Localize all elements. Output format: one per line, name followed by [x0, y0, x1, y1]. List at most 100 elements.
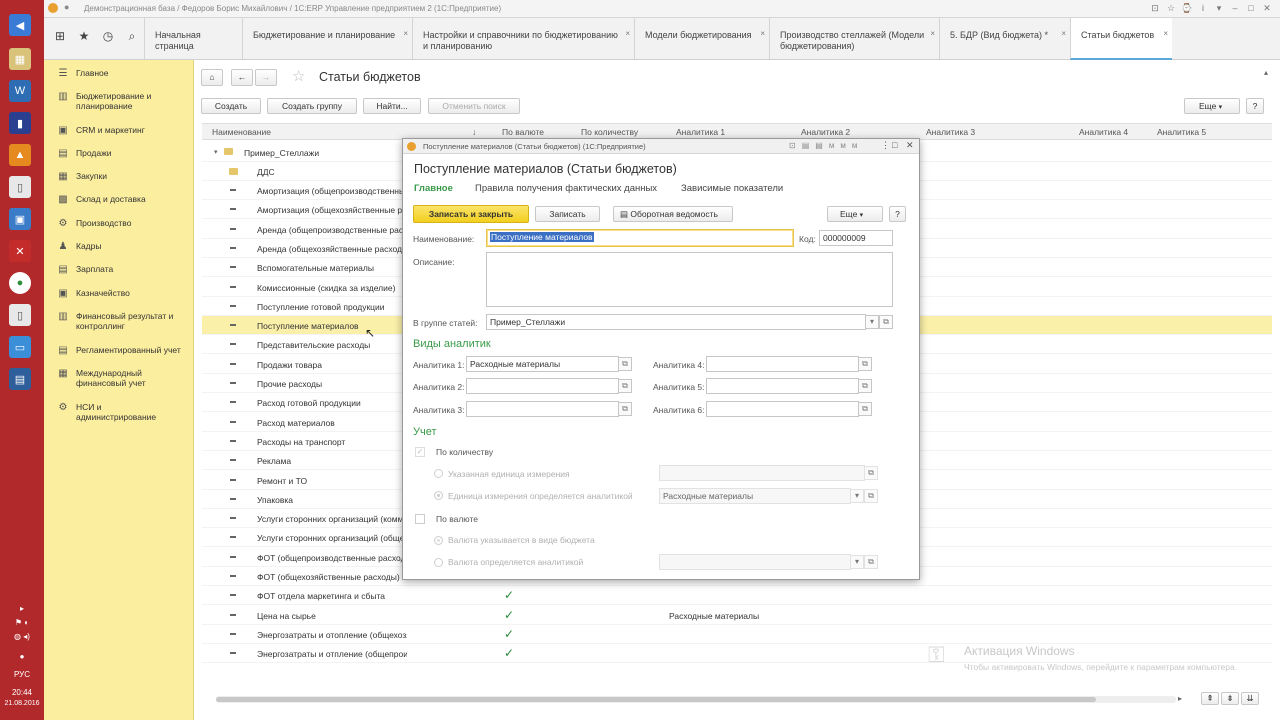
history-icon[interactable]: ⌚ [1180, 2, 1194, 15]
unit-input[interactable] [659, 465, 865, 481]
tray-icons[interactable]: ⚑ ◐ [0, 618, 44, 627]
folder-app-icon[interactable]: ▦ [9, 48, 31, 70]
sidebar-item-ifrs[interactable]: ▦ Международный финансовый учет [44, 368, 194, 388]
home-button[interactable]: ⌂ [201, 69, 223, 86]
horizontal-scrollbar[interactable] [216, 696, 1176, 703]
name-input[interactable]: Поступление материалов [486, 229, 794, 247]
cancel-search-button[interactable]: Отменить поиск [428, 98, 520, 114]
dropdown-icon[interactable]: ▾ [1212, 2, 1226, 15]
expand-arrow-icon[interactable]: ▾ [214, 148, 218, 156]
open-link-icon[interactable]: ⧉ [618, 379, 632, 393]
sidebar-item-financial-result[interactable]: ▥ Финансовый результат и контроллинг [44, 311, 194, 331]
bookmark-icon[interactable]: ☆ [1164, 2, 1178, 15]
save-button[interactable]: Записать [535, 206, 600, 222]
save-and-close-button[interactable]: Записать и закрыть [413, 205, 529, 223]
by-currency-checkbox[interactable] [415, 514, 425, 524]
analytics-1-input[interactable]: Расходные материалы [466, 356, 619, 372]
favorite-star-icon[interactable]: ☆ [292, 67, 305, 85]
nav-actual-data-rules[interactable]: Правила получения фактических данных [475, 183, 657, 194]
column-header[interactable]: По количеству [581, 127, 638, 137]
unit-specified-radio[interactable] [434, 469, 443, 478]
create-button[interactable]: Создать [201, 98, 261, 114]
column-header[interactable]: По валюте [502, 127, 544, 137]
maximize-icon[interactable]: □ [892, 140, 897, 150]
column-header[interactable]: Аналитика 4 [1079, 127, 1128, 137]
dropdown-arrow-icon[interactable]: ▾ [865, 315, 879, 329]
info-icon[interactable]: i [1196, 2, 1210, 15]
currency-analytics-select[interactable] [659, 554, 851, 570]
dialog-more-button[interactable]: Еще ▾ [827, 206, 883, 222]
description-textarea[interactable] [486, 252, 893, 307]
back-button[interactable]: ← [231, 69, 253, 86]
tab-budget-items[interactable]: Статьи бюджетов × [1070, 18, 1172, 60]
analytics-5-input[interactable] [706, 378, 859, 394]
scroll-right-icon[interactable]: ▸ [1178, 694, 1182, 703]
monitor-app-icon[interactable]: ▭ [9, 336, 31, 358]
close-icon[interactable]: × [930, 28, 935, 39]
sidebar-item-sales[interactable]: ▤ Продажи [44, 148, 194, 159]
currency-in-budget-radio[interactable] [434, 536, 443, 545]
scroll-bottom-button[interactable]: ⇊ [1241, 692, 1259, 705]
sidebar-item-hr[interactable]: ♟ Кадры [44, 241, 194, 252]
help-button[interactable]: ? [1246, 98, 1264, 114]
nav-dependent-indicators[interactable]: Зависимые показатели [681, 183, 783, 194]
file-app-icon[interactable]: ▯ [9, 304, 31, 326]
close-icon[interactable]: × [625, 28, 630, 39]
sidebar-item-purchases[interactable]: ▦ Закупки [44, 171, 194, 182]
table-row[interactable]: Цена на сырье ✓ Расходные материалы [202, 606, 1272, 625]
column-header[interactable]: Аналитика 5 [1157, 127, 1206, 137]
bars-app-icon[interactable]: ▮ [9, 112, 31, 134]
window-app-icon[interactable]: ▣ [9, 208, 31, 230]
nav-main[interactable]: Главное [414, 183, 453, 194]
open-link-icon[interactable]: ⧉ [618, 357, 632, 371]
clock-time[interactable]: 20:44 [0, 688, 44, 697]
dialog-more-icon[interactable]: ⋮ [881, 140, 890, 151]
apps-grid-icon[interactable]: ⊞ [50, 26, 70, 46]
sidebar-item-production[interactable]: ⚙ Производство [44, 218, 194, 229]
create-group-button[interactable]: Создать группу [267, 98, 357, 114]
flag-icon[interactable]: ● [0, 652, 44, 661]
table-row[interactable]: Энергозатраты и отопление (общехозяйстве… [202, 625, 1272, 644]
scrollbar-thumb[interactable] [216, 697, 1096, 702]
close-icon[interactable]: × [760, 28, 765, 39]
close-icon[interactable]: × [403, 28, 408, 39]
currency-by-analytics-radio[interactable] [434, 558, 443, 567]
analytics-2-input[interactable] [466, 378, 619, 394]
favorites-star-icon[interactable]: ★ [74, 26, 94, 46]
open-link-icon[interactable]: ⧉ [864, 466, 878, 480]
tray-expand-icon[interactable]: ▸ [0, 604, 44, 613]
sidebar-item-treasury[interactable]: ▣ Казначейство [44, 288, 194, 299]
sidebar-item-budgeting[interactable]: ▥ Бюджетирование и планирование [44, 91, 194, 111]
unit-analytics-select[interactable]: Расходные материалы [659, 488, 851, 504]
sidebar-item-warehouse[interactable]: ▩ Склад и доставка [44, 194, 194, 205]
history-clock-icon[interactable]: ◷ [98, 26, 118, 46]
word-app-icon[interactable]: W [9, 80, 31, 102]
group-select[interactable]: Пример_Стеллажи [486, 314, 866, 330]
tab-models[interactable]: Модели бюджетирования × [634, 18, 769, 59]
column-header[interactable]: Наименование [212, 127, 271, 137]
maximize-icon[interactable]: □ [1244, 2, 1258, 15]
tab-home[interactable]: Начальная страница [144, 18, 242, 59]
dialog-help-button[interactable]: ? [889, 206, 906, 222]
minimize-icon[interactable]: – [1228, 2, 1242, 15]
link-icon[interactable]: ⊡ [1148, 2, 1162, 15]
close-icon[interactable]: × [1061, 28, 1066, 39]
close-app-icon[interactable]: ✕ [9, 240, 31, 262]
open-link-icon[interactable]: ⧉ [864, 489, 878, 503]
close-icon[interactable]: ✕ [906, 140, 914, 151]
dropdown-arrow-icon[interactable]: ▾ [850, 555, 864, 569]
open-link-icon[interactable]: ⧉ [618, 402, 632, 416]
language-indicator[interactable]: РУС [0, 670, 44, 679]
turnover-report-button[interactable]: ▤ Оборотная ведомость [613, 206, 733, 222]
sidebar-item-salary[interactable]: ▤ Зарплата [44, 264, 194, 275]
tab-production-model[interactable]: Производство стеллажей (Модели бюджетиро… [769, 18, 939, 59]
analytics-4-input[interactable] [706, 356, 859, 372]
sound-app-icon[interactable]: ◀ [9, 14, 31, 36]
column-header[interactable]: Аналитика 2 [801, 127, 850, 137]
sidebar-item-crm[interactable]: ▣ CRM и маркетинг [44, 125, 194, 136]
open-link-icon[interactable]: ⧉ [858, 357, 872, 371]
unit-by-analytics-radio[interactable] [434, 491, 443, 500]
sidebar-item-regulated-accounting[interactable]: ▤ Регламентированный учет [44, 345, 194, 356]
analytics-6-input[interactable] [706, 401, 859, 417]
tab-bdr[interactable]: 5. БДР (Вид бюджета) * × [939, 18, 1070, 59]
